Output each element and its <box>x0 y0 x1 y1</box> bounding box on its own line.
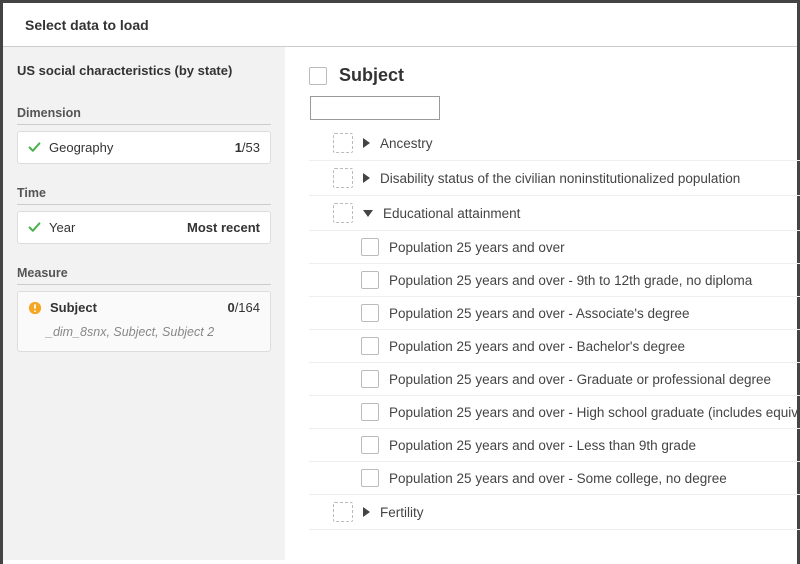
chevron-right-icon[interactable] <box>363 173 370 183</box>
tree-label: Population 25 years and over <box>389 240 800 255</box>
tree-label: Population 25 years and over - Graduate … <box>389 372 800 387</box>
measure-card-subject[interactable]: Subject 0/164 _dim_8snx, Subject, Subjec… <box>17 291 271 352</box>
tree-label: Population 25 years and over - Less than… <box>389 438 800 453</box>
sidebar: US social characteristics (by state) Dim… <box>3 47 285 560</box>
measure-sub: _dim_8snx, Subject, Subject 2 <box>28 315 260 343</box>
dataset-title: US social characteristics (by state) <box>17 61 271 94</box>
tree-row[interactable]: Population 25 years and over - Associate… <box>309 297 800 330</box>
tree-label: Fertility <box>380 505 800 520</box>
section-label-time: Time <box>17 174 271 205</box>
tree-label: Disability status of the civilian nonins… <box>380 171 800 186</box>
tree-label: Educational attainment <box>383 206 800 221</box>
main-panel: Subject Ancestry Disability status of the… <box>285 47 800 560</box>
tree-row[interactable]: Population 25 years and over <box>309 231 800 264</box>
measure-count: 0/164 <box>227 300 260 315</box>
tree-label: Population 25 years and over - Some coll… <box>389 471 800 486</box>
tree-row[interactable]: Population 25 years and over - Graduate … <box>309 363 800 396</box>
tree-label: Population 25 years and over - Bachelor'… <box>389 339 800 354</box>
tree-row[interactable]: Population 25 years and over - High scho… <box>309 396 800 429</box>
dialog-content: US social characteristics (by state) Dim… <box>3 47 797 560</box>
tree-row[interactable]: Population 25 years and over - 9th to 12… <box>309 264 800 297</box>
tree-row[interactable]: Disability status of the civilian nonins… <box>309 161 800 196</box>
subject-title: Subject <box>339 65 404 86</box>
tree-row[interactable]: Ancestry <box>309 126 800 161</box>
time-card-year[interactable]: Year Most recent <box>17 211 271 244</box>
tree-checkbox[interactable] <box>333 502 353 522</box>
tree-label: Population 25 years and over - High scho… <box>389 405 800 420</box>
measure-name: Subject <box>50 300 219 315</box>
time-name: Year <box>49 220 179 235</box>
tree-checkbox[interactable] <box>361 271 379 289</box>
dialog-title: Select data to load <box>25 17 149 33</box>
tree-label: Population 25 years and over - Associate… <box>389 306 800 321</box>
tree-row[interactable]: Population 25 years and over - Some coll… <box>309 462 800 495</box>
dimension-name: Geography <box>49 140 227 155</box>
warning-icon <box>28 301 42 315</box>
tree-row[interactable]: Population 25 years and over - Less than… <box>309 429 800 462</box>
tree-checkbox[interactable] <box>333 133 353 153</box>
subject-header: Subject <box>309 63 800 96</box>
dimension-count: 1/53 <box>235 140 260 155</box>
chevron-down-icon[interactable] <box>363 210 373 217</box>
dimension-card-geography[interactable]: Geography 1/53 <box>17 131 271 164</box>
chevron-right-icon[interactable] <box>363 138 370 148</box>
subject-tree: Ancestry Disability status of the civilia… <box>309 126 800 560</box>
tree-row[interactable]: Educational attainment <box>309 196 800 231</box>
tree-checkbox[interactable] <box>361 238 379 256</box>
section-label-measure: Measure <box>17 254 271 285</box>
check-icon <box>28 141 41 154</box>
search-input[interactable] <box>310 96 440 120</box>
tree-row[interactable]: Fertility <box>309 495 800 530</box>
tree-checkbox[interactable] <box>361 469 379 487</box>
time-value: Most recent <box>187 220 260 235</box>
chevron-right-icon[interactable] <box>363 507 370 517</box>
tree-row[interactable]: Population 25 years and over - Bachelor'… <box>309 330 800 363</box>
tree-label: Ancestry <box>380 136 800 151</box>
tree-checkbox[interactable] <box>361 337 379 355</box>
tree-checkbox[interactable] <box>361 370 379 388</box>
tree-checkbox[interactable] <box>361 304 379 322</box>
tree-checkbox[interactable] <box>361 436 379 454</box>
tree-checkbox[interactable] <box>333 203 353 223</box>
tree-checkbox[interactable] <box>333 168 353 188</box>
tree-label: Population 25 years and over - 9th to 12… <box>389 273 800 288</box>
tree-checkbox[interactable] <box>361 403 379 421</box>
select-all-checkbox[interactable] <box>309 67 327 85</box>
check-icon <box>28 221 41 234</box>
dialog-header: Select data to load <box>3 3 797 47</box>
section-label-dimension: Dimension <box>17 94 271 125</box>
